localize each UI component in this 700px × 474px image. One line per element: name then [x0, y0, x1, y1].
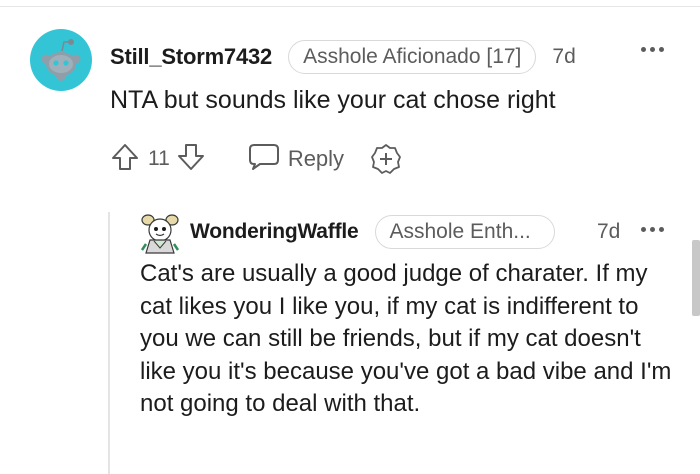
upvote-icon[interactable]: [110, 142, 140, 177]
user-avatar[interactable]: [30, 29, 92, 91]
award-plus-icon: [371, 144, 401, 174]
reply-user-avatar[interactable]: [140, 212, 180, 254]
downvote-icon[interactable]: [176, 142, 206, 177]
comment-actions: 11 Reply: [110, 141, 402, 177]
comment-body: NTA but sounds like your cat chose right: [110, 86, 556, 114]
reply-meta: WonderingWaffle Asshole Enth...: [190, 214, 555, 250]
award-button[interactable]: [370, 143, 402, 175]
reply-username[interactable]: WonderingWaffle: [190, 220, 359, 244]
comment-username[interactable]: Still_Storm7432: [110, 44, 272, 70]
top-divider: [0, 6, 700, 7]
reply-body: Cat's are usually a good judge of charat…: [140, 260, 672, 417]
more-options-icon[interactable]: [641, 44, 665, 56]
scrollbar[interactable]: [692, 240, 700, 316]
thread-line[interactable]: [108, 212, 110, 474]
user-flair: Asshole Aficionado [17]: [288, 40, 537, 74]
vote-count: 11: [148, 147, 170, 170]
reply-user-flair: Asshole Enth...: [374, 215, 555, 249]
reply-bubble-icon: [248, 143, 280, 176]
comment-meta: Still_Storm7432 Asshole Aficionado [17] …: [110, 39, 576, 75]
reply-label: Reply: [287, 146, 345, 171]
reply-button[interactable]: Reply: [248, 143, 344, 176]
comment-timestamp[interactable]: 7d: [552, 45, 575, 69]
reply-more-options-icon[interactable]: [641, 224, 665, 236]
reply-timestamp[interactable]: 7d: [597, 220, 620, 244]
